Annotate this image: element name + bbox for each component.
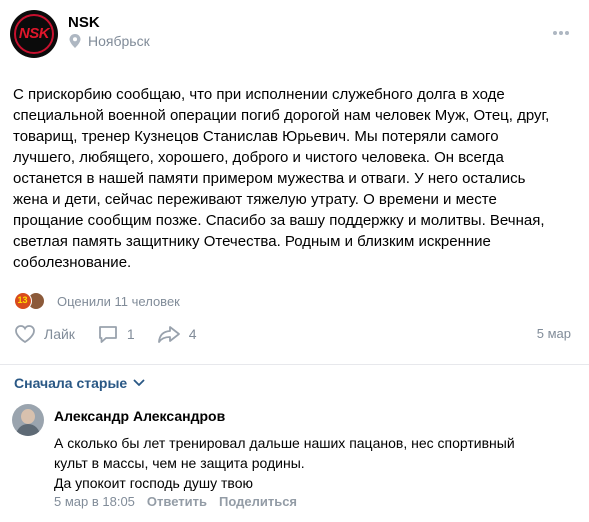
like-button[interactable]: Лайк bbox=[14, 324, 75, 344]
avatar[interactable] bbox=[12, 404, 44, 436]
reply-button[interactable]: Ответить bbox=[147, 494, 207, 509]
divider bbox=[0, 364, 589, 365]
liker-badge: 13 bbox=[17, 295, 28, 305]
group-location: Ноябрьск bbox=[68, 33, 150, 49]
share-comment-button[interactable]: Поделиться bbox=[219, 494, 297, 509]
sort-label: Сначала старые bbox=[14, 375, 128, 391]
location-pin-icon bbox=[69, 34, 81, 48]
like-label: Лайк bbox=[44, 326, 75, 342]
post-actions: Лайк 1 4 5 мар bbox=[14, 322, 575, 346]
share-icon bbox=[157, 326, 180, 343]
likers-summary[interactable]: 13 Оценили 11 человек bbox=[14, 290, 180, 312]
avatar-head bbox=[21, 409, 35, 424]
comments-count: 1 bbox=[126, 326, 135, 342]
comment-author[interactable]: Александр Александров bbox=[54, 408, 225, 424]
post-date[interactable]: 5 мар bbox=[537, 326, 571, 341]
post-header: NSK NSK Ноябрьск bbox=[10, 10, 579, 60]
chevron-down-icon bbox=[133, 379, 145, 386]
liker-avatar: 13 bbox=[14, 292, 32, 310]
comment-meta: 5 мар в 18:05 Ответить Поделиться bbox=[54, 494, 309, 509]
share-button[interactable]: 4 bbox=[157, 324, 197, 344]
comment-date[interactable]: 5 мар в 18:05 bbox=[54, 494, 135, 509]
avatar-body bbox=[16, 424, 40, 436]
post-text: С прискорбию сообщаю, что при исполнении… bbox=[13, 86, 550, 271]
location-label: Ноябрьск bbox=[88, 33, 150, 49]
comment-text: А сколько бы лет тренировал дальше наших… bbox=[54, 435, 515, 491]
likes-count-text[interactable]: Оценили 11 человек bbox=[57, 294, 180, 309]
comment-icon bbox=[99, 326, 117, 343]
shares-count: 4 bbox=[188, 326, 197, 342]
comments-sort-toggle[interactable]: Сначала старые bbox=[14, 375, 145, 391]
more-dots-icon[interactable] bbox=[551, 26, 571, 40]
comment-button[interactable]: 1 bbox=[97, 324, 135, 344]
group-logo: NSK bbox=[18, 25, 50, 42]
group-name[interactable]: NSK bbox=[68, 14, 100, 31]
heart-icon bbox=[15, 325, 35, 344]
group-avatar[interactable]: NSK bbox=[10, 10, 58, 58]
